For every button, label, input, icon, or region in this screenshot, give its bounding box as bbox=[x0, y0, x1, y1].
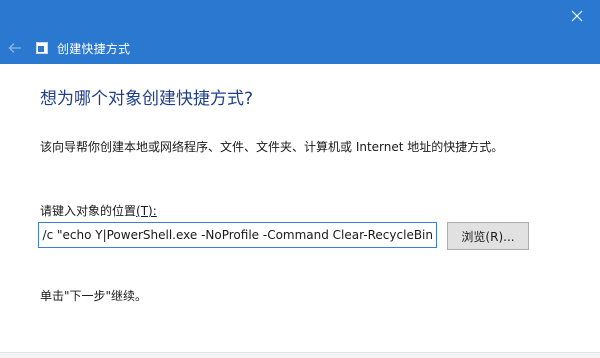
location-label: 请键入对象的位置(T): bbox=[40, 202, 157, 219]
browse-button[interactable]: 浏览(R)... bbox=[447, 222, 529, 250]
location-input[interactable] bbox=[38, 222, 437, 248]
create-shortcut-window: 创建快捷方式 想为哪个对象创建快捷方式? 该向导帮你创建本地或网络程序、文件、文… bbox=[0, 0, 600, 358]
wizard-description: 该向导帮你创建本地或网络程序、文件、文件夹、计算机或 Internet 地址的快… bbox=[40, 140, 504, 154]
window-title: 创建快捷方式 bbox=[57, 41, 131, 56]
location-label-text: 请键入对象的位置 bbox=[40, 204, 137, 218]
continue-hint: 单击"下一步"继续。 bbox=[40, 289, 148, 303]
back-button[interactable] bbox=[0, 32, 30, 64]
page-heading: 想为哪个对象创建快捷方式? bbox=[40, 89, 254, 109]
location-label-hotkey: (T): bbox=[136, 204, 157, 218]
navigation-row: 创建快捷方式 bbox=[0, 32, 600, 64]
back-arrow-icon bbox=[8, 43, 21, 53]
bottom-edge bbox=[0, 352, 600, 358]
close-button[interactable] bbox=[554, 0, 600, 32]
title-bar: 创建快捷方式 bbox=[0, 0, 600, 64]
shortcut-app-icon bbox=[36, 42, 48, 54]
close-icon bbox=[571, 10, 583, 22]
